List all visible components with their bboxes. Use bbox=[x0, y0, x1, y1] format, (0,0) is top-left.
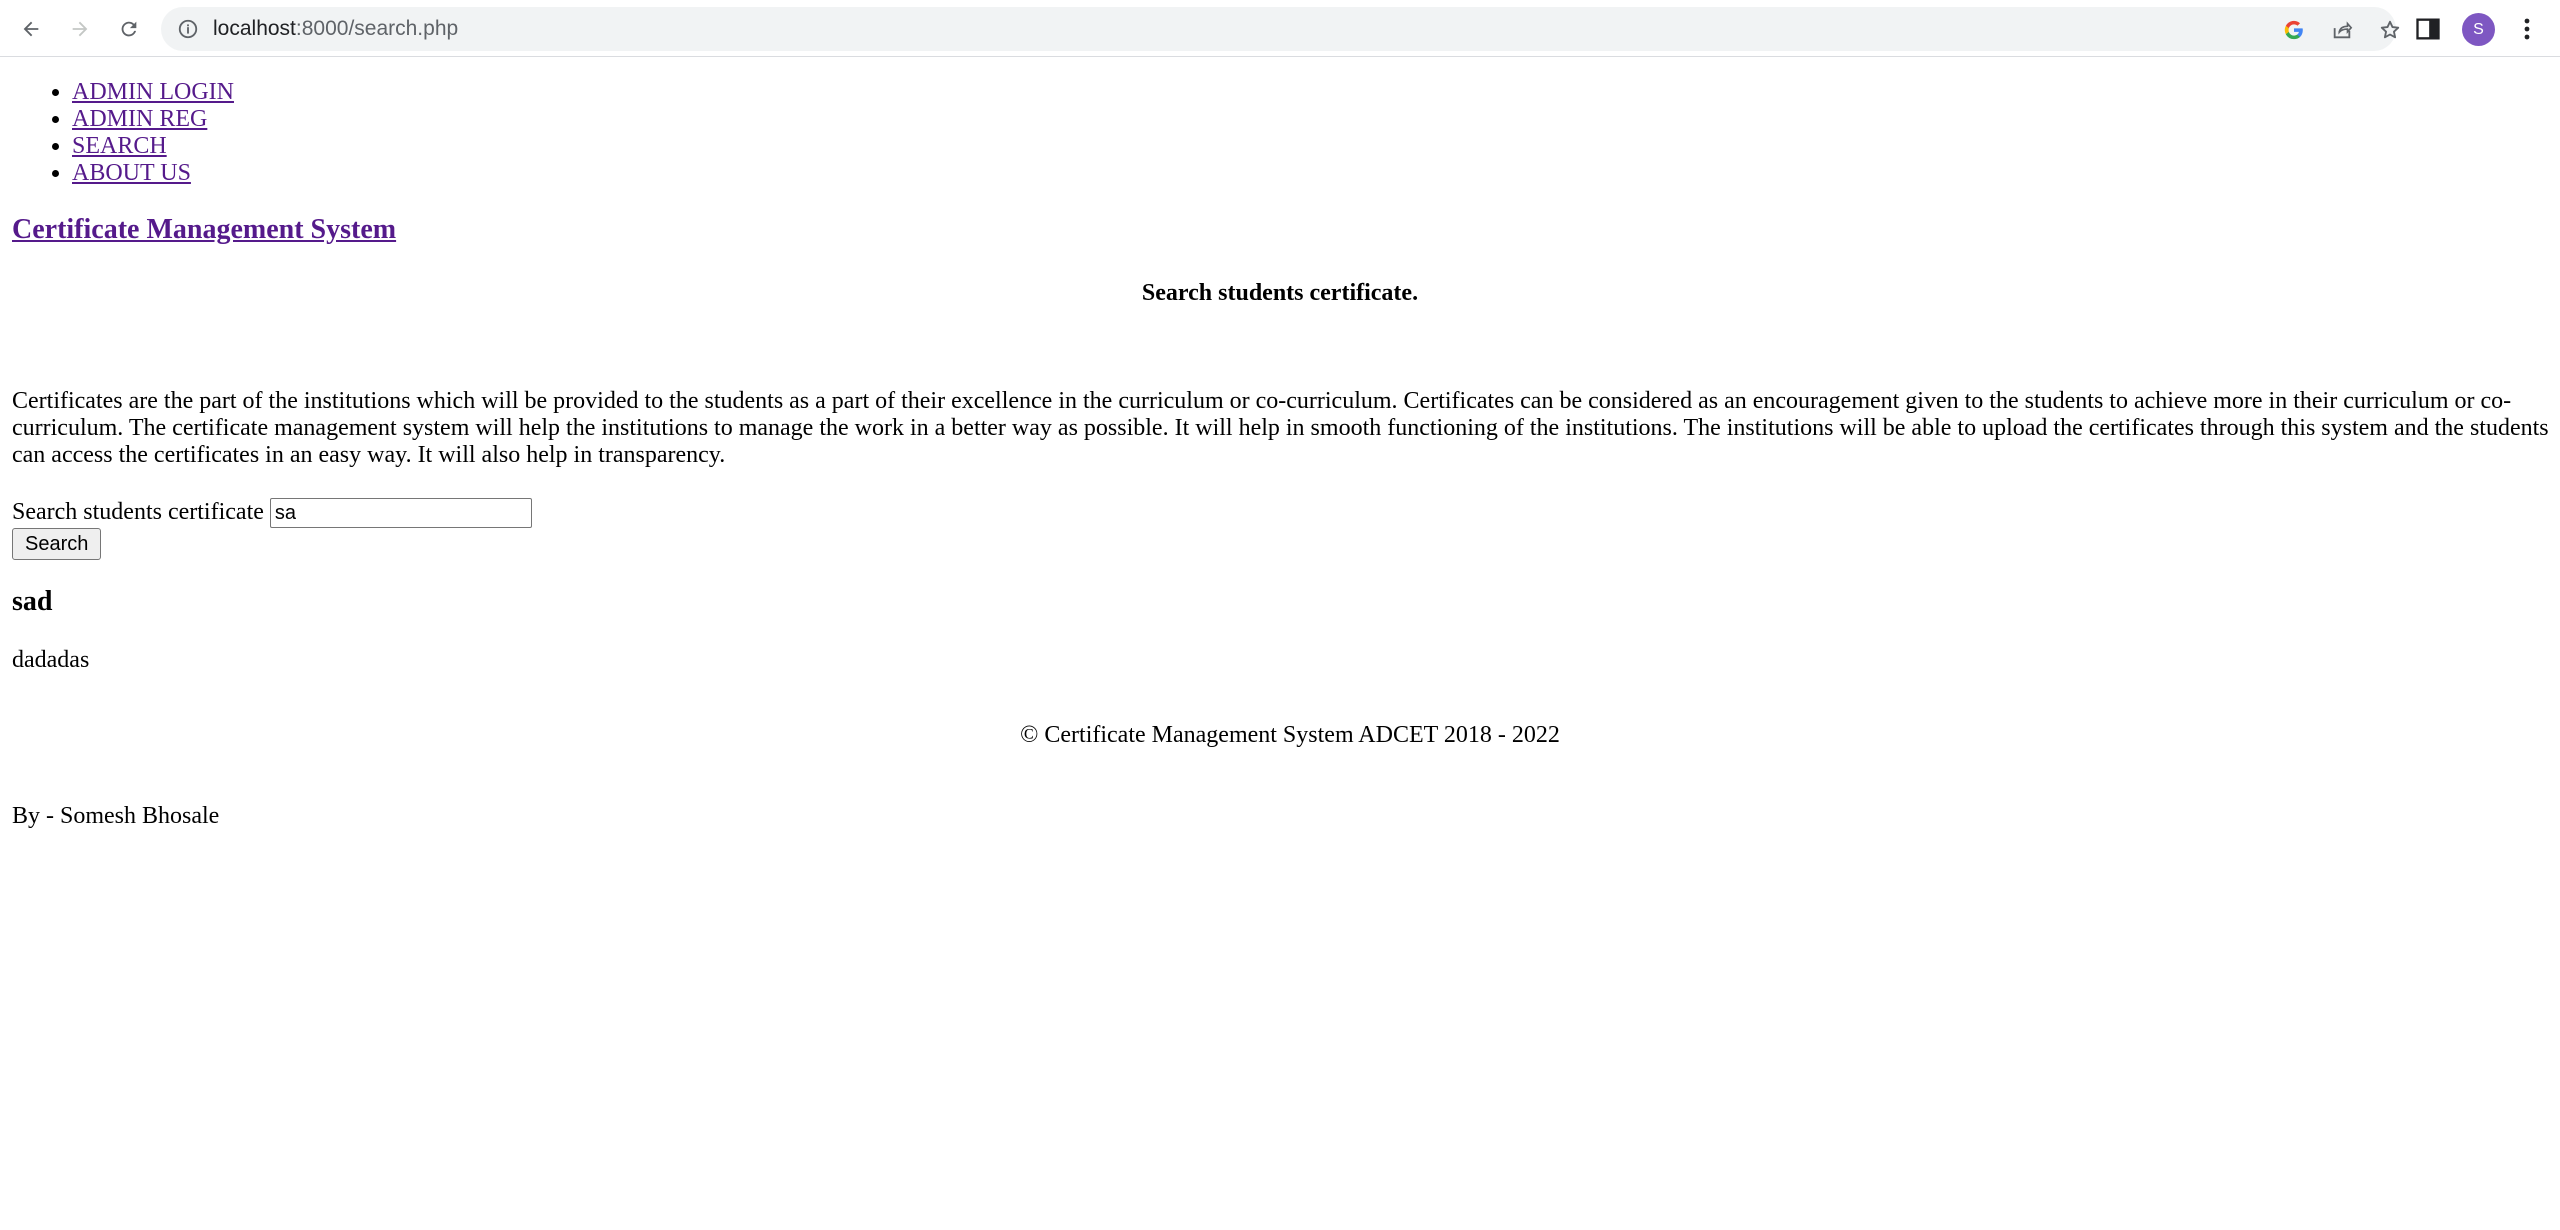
star-icon bbox=[2380, 20, 2400, 39]
forward-button[interactable] bbox=[60, 9, 100, 49]
share-icon bbox=[2333, 21, 2353, 39]
url-host: localhost bbox=[213, 17, 296, 40]
nav-item-admin-reg: ADMIN REG bbox=[72, 106, 234, 133]
footer-author: By - Somesh Bhosale bbox=[12, 803, 220, 829]
info-icon[interactable] bbox=[177, 18, 199, 40]
nav-link-about-us[interactable]: ABOUT US bbox=[72, 160, 191, 186]
url-path: :8000/search.php bbox=[295, 17, 459, 40]
site-title-link[interactable]: Certificate Management System bbox=[12, 214, 396, 245]
google-lens-button[interactable] bbox=[2280, 16, 2308, 44]
google-icon bbox=[2284, 20, 2303, 40]
site-title: Certificate Management System bbox=[12, 214, 396, 246]
intro-paragraph: Certificates are the part of the institu… bbox=[12, 388, 2549, 468]
arrow-right-icon bbox=[72, 21, 88, 37]
back-button[interactable] bbox=[11, 9, 51, 49]
nav-item-admin-login: ADMIN LOGIN bbox=[72, 79, 234, 106]
search-button[interactable]: Search bbox=[12, 528, 102, 560]
more-options-icon[interactable] bbox=[2515, 14, 2539, 44]
search-form: Search students certificate bbox=[12, 497, 532, 529]
search-input[interactable] bbox=[269, 498, 532, 529]
nav-menu: ADMIN LOGIN ADMIN REG SEARCH ABOUT US bbox=[72, 79, 234, 187]
nav-item-about-us: ABOUT US bbox=[72, 160, 234, 187]
footer-copyright: © Certificate Management System ADCET 20… bbox=[1020, 722, 1560, 748]
reload-icon bbox=[121, 21, 137, 37]
bookmark-button[interactable] bbox=[2376, 16, 2404, 44]
url-text[interactable]: localhost:8000/search.php bbox=[213, 7, 458, 51]
nav-link-admin-login[interactable]: ADMIN LOGIN bbox=[72, 79, 234, 105]
address-bar[interactable]: localhost:8000/search.php bbox=[161, 7, 2400, 51]
share-button[interactable] bbox=[2328, 16, 2356, 44]
search-label: Search students certificate bbox=[12, 499, 264, 525]
arrow-left-icon bbox=[23, 21, 39, 37]
result-title: sad bbox=[12, 586, 53, 617]
browser-toolbar: localhost:8000/search.php S bbox=[0, 0, 2560, 57]
search-heading: Search students certificate. bbox=[1141, 280, 1419, 306]
nav-link-admin-reg[interactable]: ADMIN REG bbox=[72, 106, 207, 132]
side-panel-icon[interactable] bbox=[2414, 15, 2442, 43]
nav-item-search: SEARCH bbox=[72, 133, 234, 160]
nav-link-search[interactable]: SEARCH bbox=[72, 133, 167, 159]
profile-avatar[interactable]: S bbox=[2462, 13, 2495, 46]
reload-button[interactable] bbox=[109, 9, 149, 49]
result-text: dadadas bbox=[12, 647, 90, 673]
